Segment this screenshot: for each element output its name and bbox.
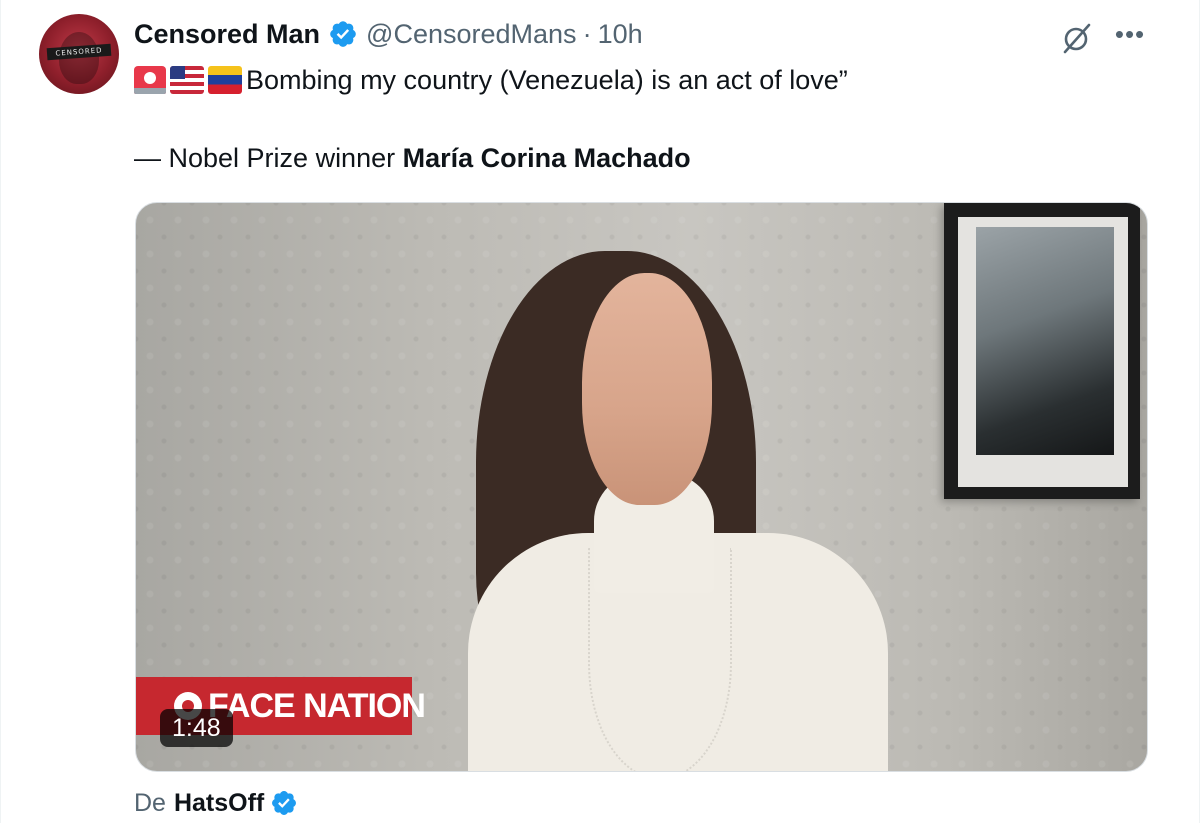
video-duration-badge: 1:48 xyxy=(160,709,233,747)
speaker-necklace xyxy=(588,548,732,771)
avatar[interactable]: CENSORED xyxy=(39,14,119,94)
logo-text: FACE NATION xyxy=(208,686,426,725)
grok-icon[interactable] xyxy=(1059,20,1095,56)
verified-badge-icon xyxy=(330,21,356,47)
attribution-prefix: — Nobel Prize winner xyxy=(134,142,403,173)
source-prefix: De xyxy=(134,788,166,817)
separator-dot: · xyxy=(582,18,592,49)
flag-us-icon xyxy=(170,66,204,94)
speaker-face xyxy=(582,273,712,505)
tweet-text-quote: Bombing my country (Venezuela) is an act… xyxy=(246,64,848,95)
tweet-text-line2: — Nobel Prize winner María Corina Machad… xyxy=(134,138,691,178)
video-player[interactable]: FACE NATION 1:48 xyxy=(135,202,1148,772)
author-name[interactable]: Censored Man xyxy=(134,19,320,50)
flag-venezuela-icon xyxy=(208,66,242,94)
picture-frame xyxy=(944,203,1140,499)
tweet[interactable]: CENSORED Censored Man @CensoredMans · 10… xyxy=(0,0,1200,823)
avatar-censor-band: CENSORED xyxy=(46,43,112,61)
source-attribution: De HatsOff xyxy=(134,785,306,821)
tweet-text-line1: Bombing my country (Venezuela) is an act… xyxy=(134,60,848,100)
frame-photo xyxy=(976,227,1114,455)
police-siren-icon xyxy=(134,66,166,94)
attribution-name: María Corina Machado xyxy=(402,142,691,173)
author-handle[interactable]: @CensoredMans xyxy=(366,19,577,50)
verified-badge-icon xyxy=(272,791,297,815)
tweet-header: Censored Man @CensoredMans · 10h xyxy=(134,16,643,52)
post-time[interactable]: 10h xyxy=(598,19,643,50)
more-icon[interactable]: ••• xyxy=(1112,21,1148,50)
source-name[interactable]: HatsOff xyxy=(174,789,264,818)
